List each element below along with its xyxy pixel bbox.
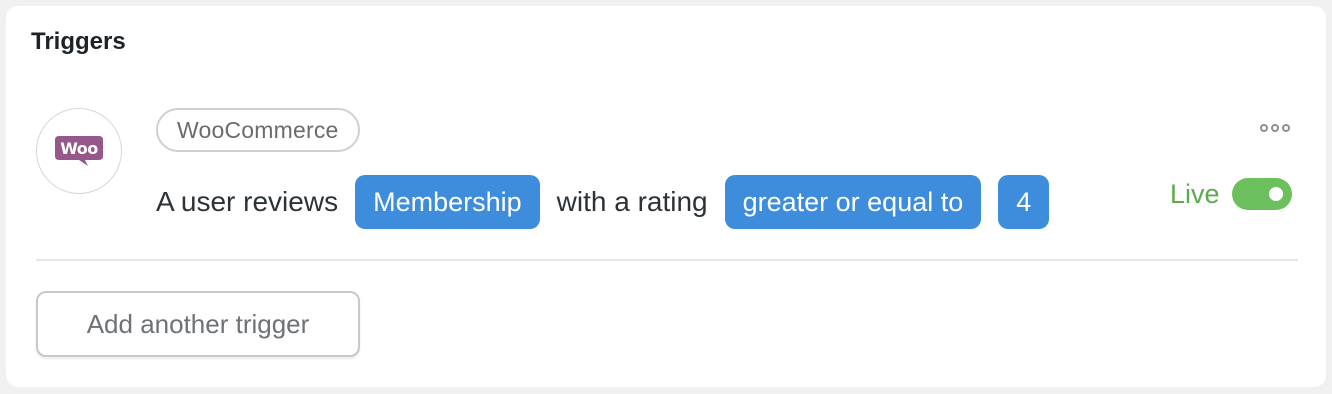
add-trigger-button[interactable]: Add another trigger [36, 291, 360, 357]
woocommerce-logo-text: Woo [60, 139, 98, 158]
woocommerce-logo: Woo [36, 108, 122, 194]
triggers-card: Triggers Woo WooCommerce A user reviews … [6, 6, 1326, 387]
status-label: Live [1170, 178, 1220, 209]
ellipsis-icon[interactable] [1260, 124, 1290, 132]
trigger-sentence: A user reviews Membership with a rating … [156, 175, 1066, 229]
token-rating[interactable]: 4 [998, 175, 1050, 229]
divider [36, 259, 1298, 261]
status-toggle: Live [1170, 178, 1292, 210]
dot [1260, 124, 1268, 132]
woocommerce-icon: Woo [55, 136, 103, 166]
sentence-text: with a rating [556, 186, 708, 217]
toggle-knob [1268, 187, 1283, 201]
integration-tag: WooCommerce [156, 108, 360, 152]
dot [1271, 124, 1279, 132]
token-product[interactable]: Membership [355, 175, 540, 229]
card-title: Triggers [31, 28, 126, 55]
sentence-text: A user reviews [156, 186, 339, 217]
token-comparison[interactable]: greater or equal to [724, 175, 982, 229]
dot [1282, 124, 1290, 132]
live-toggle[interactable] [1231, 178, 1292, 210]
